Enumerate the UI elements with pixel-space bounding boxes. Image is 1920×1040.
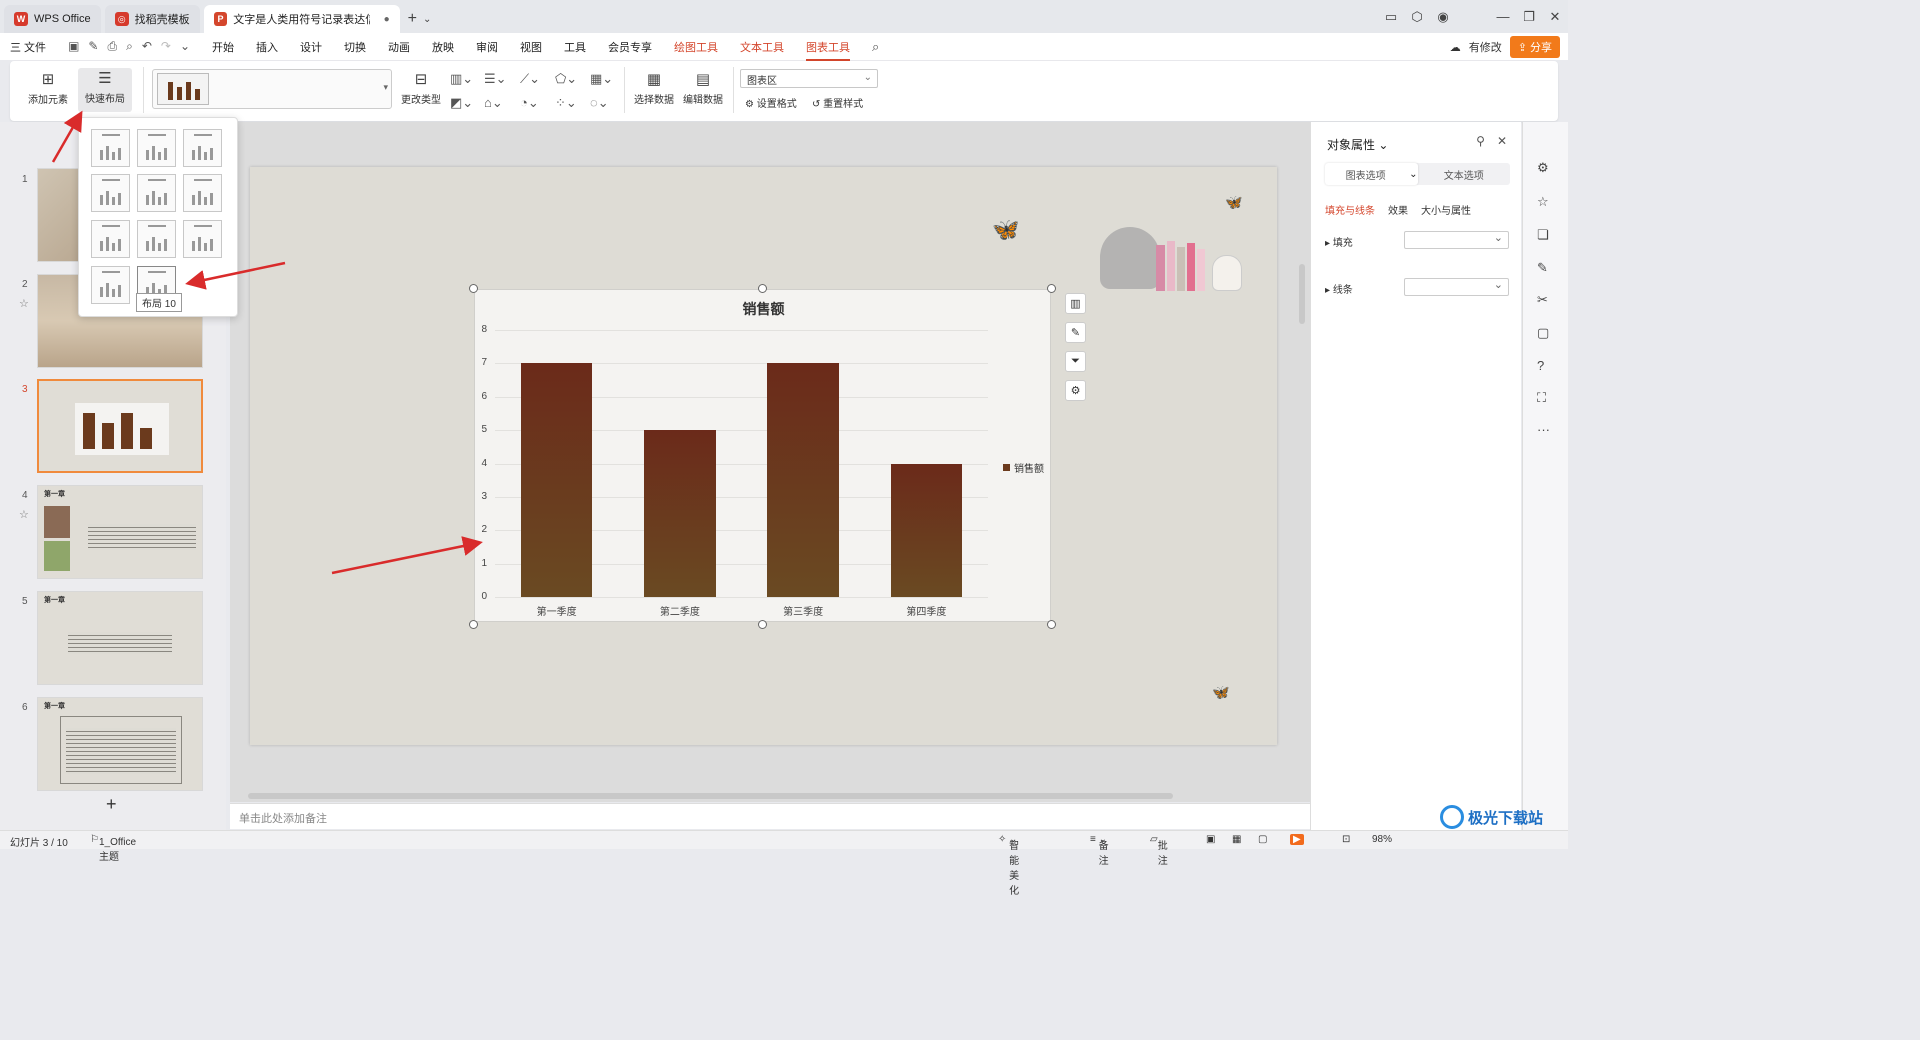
comments-button[interactable]: ▱ 批注	[1150, 834, 1168, 867]
vertical-scrollbar[interactable]	[1299, 264, 1305, 324]
pin-icon[interactable]: ⚲	[1476, 134, 1485, 148]
tab-size-props[interactable]: 大小与属性	[1421, 202, 1471, 217]
slide-info: 幻灯片 3 / 10	[10, 838, 68, 849]
normal-view-icon[interactable]: ▣	[1206, 834, 1215, 845]
arrow-to-chart	[331, 536, 483, 575]
notes-area[interactable]: 单击此处添加备注	[230, 803, 1310, 829]
notes-placeholder: 单击此处添加备注	[239, 813, 327, 825]
status-bar: 幻灯片 3 / 10 ⚐ 1_Office 主题 ✧ 智能美化 ⌄ ≡ 备注 ⌄…	[0, 830, 1568, 897]
text-options-tab[interactable]: 文本选项	[1418, 163, 1511, 185]
horizontal-scrollbar[interactable]	[248, 793, 1173, 799]
beautify-label: 智能美化	[1009, 841, 1020, 897]
theme-name[interactable]: ⚐ 1_Office 主题	[90, 834, 136, 863]
watermark-globe-icon	[1440, 805, 1464, 829]
star-icon[interactable]: ☆	[1537, 194, 1549, 210]
props-title-label: 对象属性	[1327, 138, 1376, 152]
notes-label: 备注	[1098, 841, 1109, 867]
beautify-button[interactable]: ✧ 智能美化 ⌄	[998, 834, 1019, 897]
props-title[interactable]: 对象属性 ⌄	[1327, 136, 1388, 153]
chart-options-label: 图表选项	[1345, 170, 1386, 182]
line-label: 线条	[1332, 285, 1353, 296]
arrow-to-layout-10	[185, 261, 286, 290]
play-icon[interactable]: ▶	[1290, 834, 1304, 845]
shirt-icon[interactable]: ⛶	[1537, 390, 1546, 406]
adjust-icon[interactable]: ⚙	[1537, 160, 1549, 176]
fill-label: 填充	[1332, 238, 1353, 249]
line-dropdown[interactable]	[1404, 278, 1509, 296]
object-properties-panel: 对象属性 ⌄ ⚲ ✕ 图表选项 ⌄ 文本选项 填充与线条 效果 大小与属性 ▸ …	[1310, 122, 1521, 830]
comments-label: 批注	[1157, 841, 1168, 867]
theme-label: 1_Office 主题	[98, 837, 137, 863]
tools-icon[interactable]: ✂	[1537, 292, 1548, 308]
fill-dropdown[interactable]	[1404, 231, 1509, 249]
fill-row[interactable]: ▸ 填充	[1325, 234, 1353, 249]
book-icon[interactable]: ▢	[1537, 325, 1549, 341]
fit-icon[interactable]: ⊡	[1342, 834, 1350, 845]
sorter-view-icon[interactable]: ▦	[1232, 834, 1241, 845]
edit-icon[interactable]: ✎	[1537, 260, 1548, 276]
notes-button[interactable]: ≡ 备注 ⌄	[1090, 834, 1109, 867]
close-icon[interactable]: ✕	[1497, 134, 1507, 148]
watermark-logo: 极光下载站	[1440, 805, 1543, 829]
zoom-level[interactable]: 98%	[1372, 834, 1392, 845]
reading-view-icon[interactable]: ▢	[1258, 834, 1267, 845]
tab-effect[interactable]: 效果	[1388, 202, 1408, 217]
chart-options-tab[interactable]: 图表选项 ⌄	[1325, 163, 1418, 185]
watermark-text: 极光下载站	[1468, 809, 1544, 827]
arrow-to-quick-layout	[51, 110, 83, 163]
help-icon[interactable]: ?	[1537, 358, 1544, 373]
tab-fill-line[interactable]: 填充与线条	[1325, 202, 1375, 217]
more-icon[interactable]: ···	[1537, 422, 1550, 437]
copy-icon[interactable]: ❏	[1537, 227, 1549, 243]
props-segment: 图表选项 ⌄ 文本选项	[1325, 163, 1510, 185]
right-tool-rail: ⚙ ☆ ❏ ✎ ✂ ▢ ? ⛶ ···	[1522, 122, 1568, 830]
line-row[interactable]: ▸ 线条	[1325, 281, 1353, 296]
